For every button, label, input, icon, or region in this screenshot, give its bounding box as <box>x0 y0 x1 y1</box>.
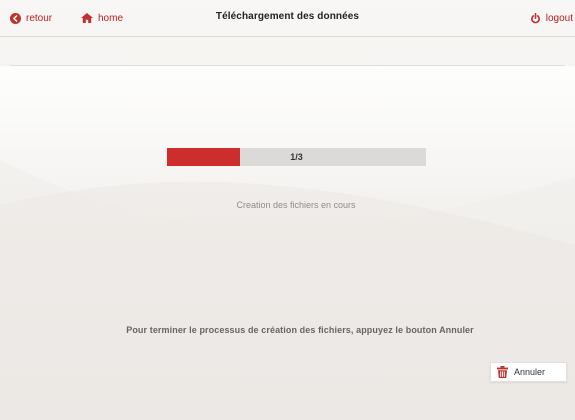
trash-icon <box>497 366 508 378</box>
page-title: Téléchargement des données <box>215 11 360 22</box>
header-divider <box>10 65 565 66</box>
logout-label: logout <box>545 12 573 24</box>
progress-bar: 1/3 <box>167 148 426 166</box>
power-icon <box>530 12 540 23</box>
logout-button[interactable]: logout <box>530 11 573 25</box>
progress-label: 1/3 <box>290 152 303 162</box>
cancel-label: Annuler <box>514 367 546 377</box>
top-bar: retour home Téléchargement des données l… <box>0 0 575 37</box>
background-wave <box>0 66 575 420</box>
cancel-button[interactable]: Annuler <box>490 362 567 382</box>
status-message: Creation des fichiers en cours <box>236 200 356 210</box>
app-window: retour home Téléchargement des données l… <box>0 0 575 420</box>
instruction-text: Pour terminer le processus de création d… <box>126 325 474 335</box>
